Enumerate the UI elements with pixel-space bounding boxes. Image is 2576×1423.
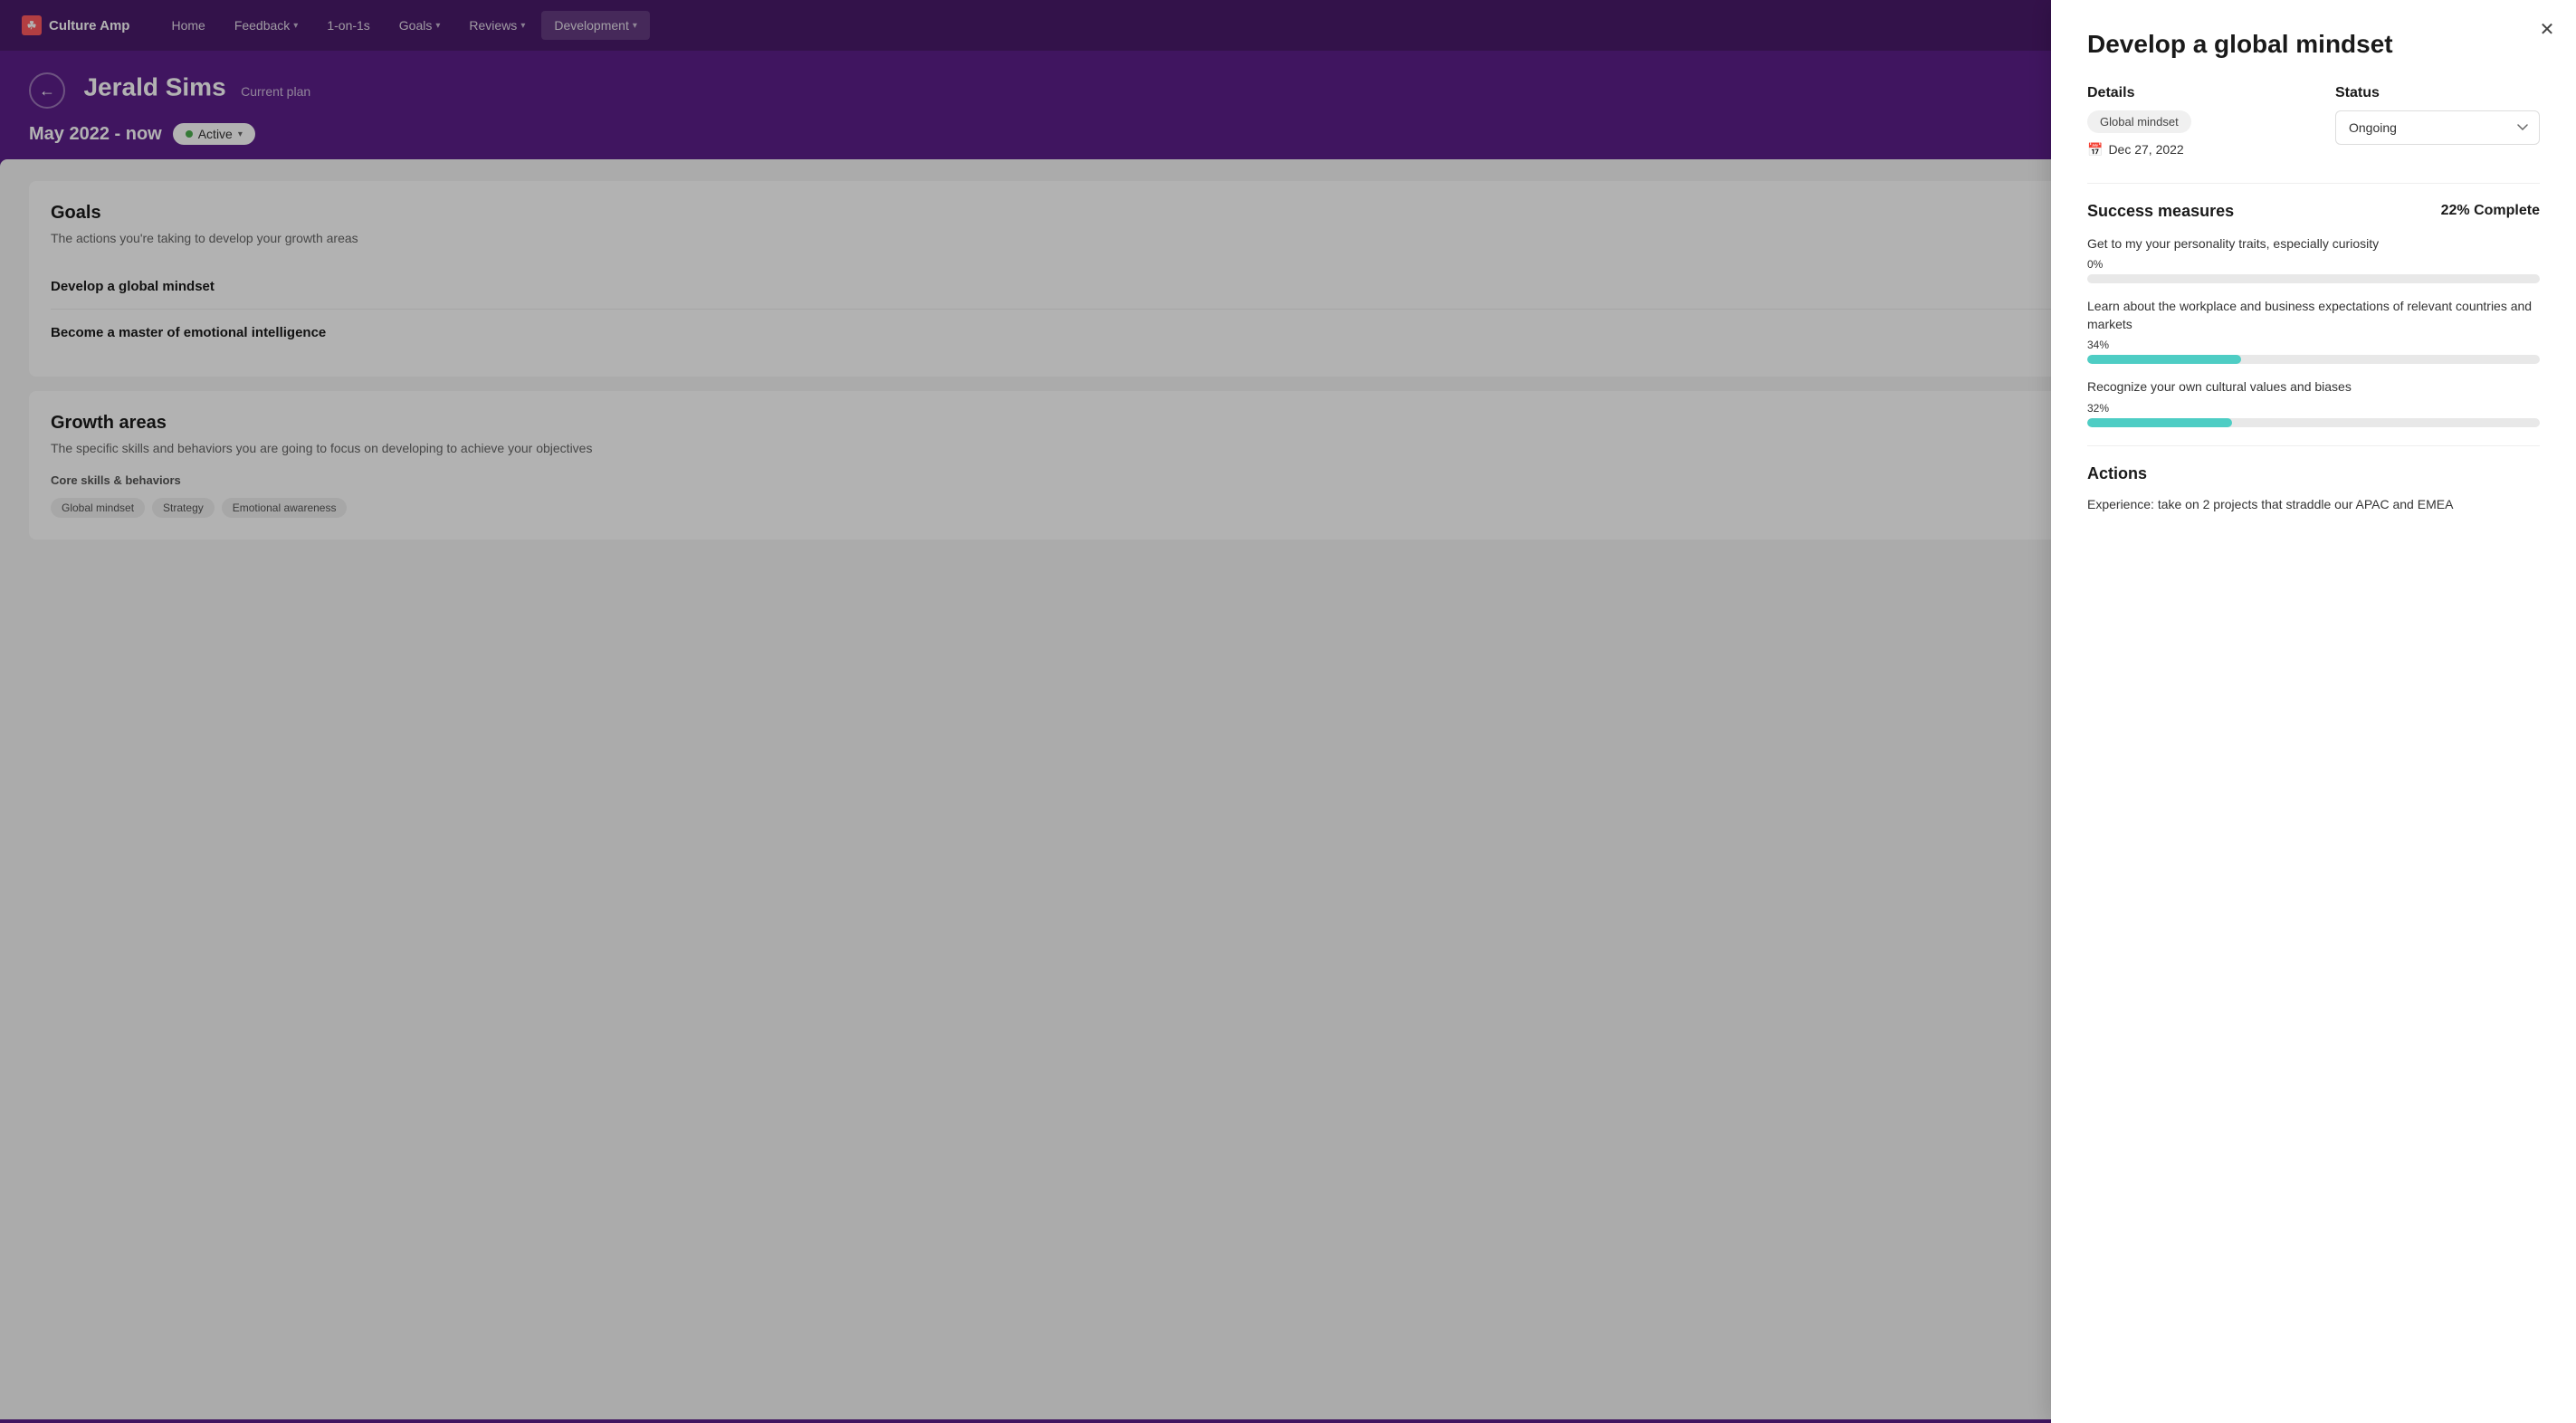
divider-1 xyxy=(2087,183,2540,184)
detail-date: 📅 Dec 27, 2022 xyxy=(2087,142,2292,158)
measure-pct-2: 34% xyxy=(2087,339,2540,351)
progress-bar-bg-3 xyxy=(2087,418,2540,427)
modal-status-col: Status Ongoing Complete Not started xyxy=(2335,85,2540,158)
calendar-icon: 📅 xyxy=(2087,142,2103,158)
modal-details-col: Details Global mindset 📅 Dec 27, 2022 xyxy=(2087,85,2292,158)
measure-label-1: Get to my your personality traits, espec… xyxy=(2087,235,2540,253)
close-button[interactable]: ✕ xyxy=(2533,14,2562,43)
measure-pct-3: 32% xyxy=(2087,402,2540,415)
measure-item-2: Learn about the workplace and business e… xyxy=(2087,298,2540,364)
modal-content: Develop a global mindset Details Global … xyxy=(2051,0,2576,543)
actions-section: Actions Experience: take on 2 projects t… xyxy=(2087,464,2540,514)
divider-2 xyxy=(2087,445,2540,446)
success-header: Success measures 22% Complete xyxy=(2087,202,2540,221)
measure-item-1: Get to my your personality traits, espec… xyxy=(2087,235,2540,284)
progress-bar-bg-2 xyxy=(2087,355,2540,364)
date-value: Dec 27, 2022 xyxy=(2108,142,2183,157)
actions-title: Actions xyxy=(2087,464,2540,483)
modal-panel: ✕ Develop a global mindset Details Globa… xyxy=(2051,0,2576,1423)
complete-pct: 22% Complete xyxy=(2441,203,2540,219)
measure-label-2: Learn about the workplace and business e… xyxy=(2087,298,2540,333)
measure-pct-1: 0% xyxy=(2087,258,2540,271)
measure-label-3: Recognize your own cultural values and b… xyxy=(2087,378,2540,396)
status-col-label: Status xyxy=(2335,85,2540,101)
progress-bar-bg-1 xyxy=(2087,274,2540,283)
close-icon: ✕ xyxy=(2540,18,2555,41)
details-label: Details xyxy=(2087,85,2292,101)
modal-details-row: Details Global mindset 📅 Dec 27, 2022 St… xyxy=(2087,85,2540,158)
progress-bar-fill-3 xyxy=(2087,418,2232,427)
action-text: Experience: take on 2 projects that stra… xyxy=(2087,494,2540,514)
modal-title: Develop a global mindset xyxy=(2087,29,2540,60)
status-select[interactable]: Ongoing Complete Not started xyxy=(2335,110,2540,145)
success-measures-title: Success measures xyxy=(2087,202,2234,221)
measure-item-3: Recognize your own cultural values and b… xyxy=(2087,378,2540,427)
detail-tag: Global mindset xyxy=(2087,110,2191,133)
progress-bar-fill-2 xyxy=(2087,355,2241,364)
